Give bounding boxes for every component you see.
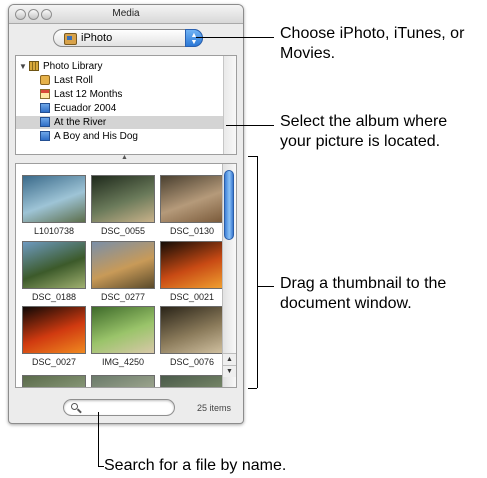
thumbnail[interactable] (22, 375, 86, 387)
thumbnail[interactable] (91, 241, 155, 289)
callout-bracket-top (248, 156, 257, 157)
callout-line-search (98, 412, 99, 466)
thumbnail-caption: DSC_0188 (31, 292, 77, 302)
album-icon (40, 117, 50, 127)
callout-bracket-bottom (248, 388, 257, 389)
thumbnail-caption: IMG_4250 (101, 357, 145, 367)
thumbnail[interactable] (22, 241, 86, 289)
thumbnail-caption: DSC_0277 (100, 292, 146, 302)
callout-bracket (257, 156, 258, 388)
thumbnail[interactable] (160, 375, 224, 387)
album-icon (40, 103, 50, 113)
search-input[interactable] (82, 401, 168, 414)
thumbnail[interactable] (91, 175, 155, 223)
media-window: Media iPhoto ▲ ▼ ▼ Photo Library Last Rol… (8, 4, 244, 424)
scroll-down-button[interactable]: ▼ (223, 365, 236, 377)
disclosure-triangle-icon[interactable]: ▼ (19, 60, 27, 73)
thumbnail-caption: DSC_0027 (31, 357, 77, 367)
item-count: 25 items (196, 403, 231, 413)
photo-library-icon (29, 61, 39, 71)
thumbnail[interactable] (91, 375, 155, 387)
callout-search-file: Search for a file by name. (104, 457, 287, 474)
magnifier-icon (71, 403, 78, 410)
pane-splitter[interactable]: ▲ (15, 154, 237, 163)
iphoto-icon (64, 33, 77, 45)
source-item-label: Photo Library (43, 61, 103, 72)
thumbnail-caption: DSC_0076 (169, 357, 215, 367)
album-icon (40, 131, 50, 141)
thumbnail[interactable] (160, 175, 224, 223)
thumbnail[interactable] (22, 175, 86, 223)
callout-drag-thumbnail: Drag a thumbnail to the document window. (280, 275, 447, 312)
callout-select-album: Select the album where your picture is l… (280, 113, 448, 150)
callout-line-popup (196, 37, 274, 38)
source-popup-menu[interactable]: iPhoto ▲ ▼ (53, 29, 203, 47)
thumbnail-scrollbar[interactable]: ▲ ▼ (222, 164, 236, 387)
source-list-scrollbar[interactable] (223, 56, 236, 154)
callout-line-thumbnails (257, 286, 274, 287)
source-popup-label: iPhoto (81, 32, 113, 44)
popup-arrows-icon: ▲ ▼ (185, 29, 203, 47)
search-field[interactable] (63, 399, 175, 416)
source-item-last-roll[interactable]: Last Roll (16, 74, 224, 87)
thumbnail[interactable] (91, 306, 155, 354)
callout-line-album (226, 125, 274, 126)
thumbnail-caption: DSC_0055 (100, 226, 146, 236)
thumbnail-caption: DSC_0130 (169, 226, 215, 236)
source-item-label: Ecuador 2004 (54, 103, 117, 114)
title-bar[interactable]: Media (9, 5, 243, 24)
source-item-photo-library[interactable]: ▼ Photo Library (16, 60, 224, 73)
source-item-label: A Boy and His Dog (54, 131, 138, 142)
thumbnail-caption: L1010738 (33, 226, 75, 236)
source-list: ▼ Photo Library Last Roll Last 12 Months… (15, 55, 237, 155)
source-item-last-12-months[interactable]: Last 12 Months (16, 88, 224, 101)
thumbnail-browser: L1010738 DSC_0055 DSC_0130 DSC_0188 DSC_0277… (15, 163, 237, 388)
source-item-label: Last Roll (54, 75, 93, 86)
splitter-handle-icon: ▲ (121, 154, 128, 161)
thumbnail-caption: DSC_0021 (169, 292, 215, 302)
calendar-icon (40, 89, 50, 99)
callout-choose-source: Choose iPhoto, iTunes, or Movies. (280, 25, 465, 62)
source-item-at-the-river[interactable]: At the River (16, 116, 224, 129)
thumbnail[interactable] (22, 306, 86, 354)
scroll-up-button[interactable]: ▲ (223, 353, 236, 365)
thumbnail[interactable] (160, 241, 224, 289)
last-roll-icon (40, 75, 50, 85)
source-item-label: Last 12 Months (54, 89, 123, 100)
scroll-thumb[interactable] (224, 170, 234, 240)
thumbnail[interactable] (160, 306, 224, 354)
source-item-a-boy-and-his-dog[interactable]: A Boy and His Dog (16, 130, 224, 143)
window-title: Media (112, 8, 140, 19)
source-item-label: At the River (54, 117, 107, 128)
source-item-ecuador-2004[interactable]: Ecuador 2004 (16, 102, 224, 115)
